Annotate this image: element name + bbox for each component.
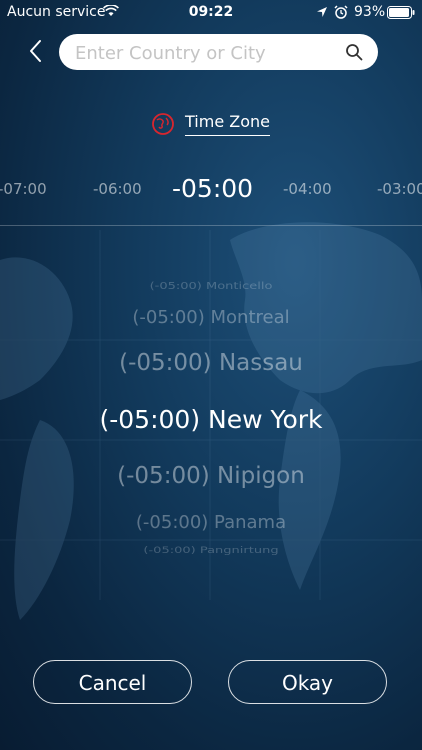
location-arrow-icon bbox=[317, 7, 327, 17]
offset-option[interactable]: -04:00 bbox=[283, 180, 332, 198]
offset-option[interactable]: -07:00 bbox=[0, 180, 47, 198]
cancel-button[interactable]: Cancel bbox=[33, 660, 192, 704]
offset-divider bbox=[0, 225, 422, 226]
city-option[interactable]: (-05:00) Pangnirtung bbox=[0, 545, 422, 556]
alarm-icon bbox=[334, 5, 348, 19]
search-icon[interactable] bbox=[345, 43, 363, 61]
search-bar[interactable] bbox=[59, 34, 378, 72]
offset-option[interactable]: -06:00 bbox=[93, 180, 142, 198]
city-option[interactable]: (-05:00) Monticello bbox=[0, 281, 422, 292]
okay-button[interactable]: Okay bbox=[228, 660, 387, 704]
city-option[interactable]: (-05:00) Montreal bbox=[0, 307, 422, 328]
city-option[interactable]: (-05:00) Nassau bbox=[0, 350, 422, 376]
city-option[interactable]: (-05:00) Nipigon bbox=[0, 463, 422, 489]
status-bar: Aucun service 09:22 93% bbox=[0, 0, 422, 24]
search-input[interactable] bbox=[73, 34, 337, 72]
city-selected[interactable]: (-05:00) New York bbox=[0, 405, 422, 434]
offset-selected[interactable]: -05:00 bbox=[172, 174, 253, 203]
city-option[interactable]: (-05:00) Panama bbox=[0, 512, 422, 533]
offset-option[interactable]: -03:00 bbox=[377, 180, 422, 198]
back-chevron-icon[interactable] bbox=[26, 38, 46, 64]
globe-clock-icon bbox=[152, 113, 174, 135]
battery-icon bbox=[387, 6, 415, 19]
battery-percent: 93% bbox=[354, 4, 386, 20]
tab-time-zone[interactable]: Time Zone bbox=[185, 112, 270, 136]
